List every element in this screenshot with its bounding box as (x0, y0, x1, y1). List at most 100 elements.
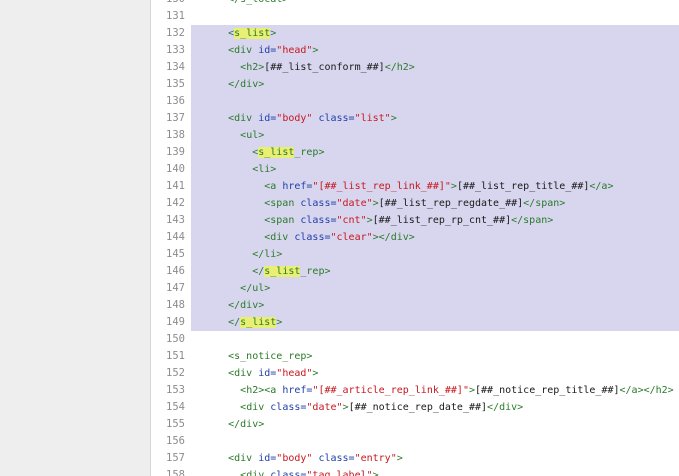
code-token: id= (258, 45, 277, 56)
code-token: <span (264, 198, 301, 209)
code-text: <div class="tag_label"> (192, 467, 379, 476)
code-text: </div> (192, 297, 264, 314)
code-line[interactable]: 143 <span class="cnt">[##_list_rep_rp_cn… (0, 212, 679, 229)
code-lines[interactable]: 130 </s_local>131132 <s_list>133 <div id… (0, 0, 679, 476)
code-token: </a> (589, 181, 614, 192)
line-number: 131 (166, 10, 185, 22)
code-line[interactable]: 158 <div class="tag_label"> (0, 467, 679, 476)
line-number: 136 (166, 95, 185, 107)
code-token: <span (264, 215, 301, 226)
code-editor[interactable]: 130 </s_local>131132 <s_list>133 <div id… (0, 0, 679, 476)
line-number: 130 (151, 0, 185, 8)
code-token: </ul> (240, 283, 271, 294)
search-match: s_list (240, 317, 277, 328)
line-number: 133 (166, 44, 185, 56)
code-token: <h2><a (240, 385, 283, 396)
code-token: <div (240, 402, 271, 413)
code-text: </s_list_rep> (192, 263, 331, 280)
code-line[interactable]: 154 <div class="date">[##_notice_rep_dat… (0, 399, 679, 416)
code-token: > (270, 28, 277, 39)
code-token: _rep> (300, 266, 331, 277)
line-number: 141 (166, 180, 185, 192)
code-token: > (312, 45, 319, 56)
code-line[interactable]: 157 <div id="body" class="entry"> (0, 450, 679, 467)
code-line[interactable]: 134 <h2>[##_list_conform_##]</h2> (0, 59, 679, 76)
code-line[interactable]: 133 <div id="head"> (0, 42, 679, 59)
code-line[interactable]: 147 </ul> (0, 280, 679, 297)
code-token: <a (264, 181, 283, 192)
code-token: </span> (511, 215, 554, 226)
code-line[interactable]: 130 </s_local> (0, 0, 679, 8)
code-line[interactable]: 146 </s_list_rep> (0, 263, 679, 280)
line-number: 144 (166, 231, 185, 243)
code-line[interactable]: 138 <ul> (0, 127, 679, 144)
code-token: "clear" (330, 232, 373, 243)
code-token: _rep> (294, 147, 325, 158)
code-token: </div> (228, 300, 265, 311)
code-line[interactable]: 153 <h2><a href="[##_article_rep_link_##… (0, 382, 679, 399)
search-match: s_list (258, 147, 295, 158)
code-line[interactable]: 139 <s_list_rep> (0, 144, 679, 161)
code-text: <li> (192, 161, 276, 178)
code-token: <div (240, 470, 271, 476)
search-match: s_list (264, 266, 301, 277)
code-line[interactable]: 152 <div id="head"> (0, 365, 679, 382)
code-token: </div> (487, 402, 524, 413)
code-token: "[##_list_rep_link_##]" (312, 181, 451, 192)
code-line[interactable]: 141 <a href="[##_list_rep_link_##]">[##_… (0, 178, 679, 195)
code-line[interactable]: 137 <div id="body" class="list"> (0, 110, 679, 127)
code-text: <h2><a href="[##_article_rep_link_##]">[… (192, 382, 674, 399)
line-number: 142 (166, 197, 185, 209)
code-line[interactable]: 148 </div> (0, 297, 679, 314)
code-line[interactable]: 140 <li> (0, 161, 679, 178)
code-token: "date" (306, 402, 343, 413)
code-token: "body" (276, 453, 319, 464)
line-number: 143 (166, 214, 185, 226)
code-text: </ul> (192, 280, 270, 297)
code-line[interactable]: 151 <s_notice_rep> (0, 348, 679, 365)
code-line[interactable]: 132 <s_list> (0, 25, 679, 42)
code-token: <div (264, 232, 295, 243)
code-token: href= (282, 181, 313, 192)
code-token: > (372, 470, 379, 476)
code-line[interactable]: 149 </s_list> (0, 314, 679, 331)
code-token: href= (282, 385, 313, 396)
code-line[interactable]: 145 </li> (0, 246, 679, 263)
code-token: </span> (523, 198, 566, 209)
code-token: <div (228, 453, 259, 464)
line-number: 157 (166, 452, 185, 464)
line-number: 132 (166, 27, 185, 39)
code-line[interactable]: 156 (0, 433, 679, 450)
code-line[interactable]: 144 <div class="clear"></div> (0, 229, 679, 246)
line-number: 154 (166, 401, 185, 413)
code-token: "cnt" (336, 215, 367, 226)
code-line[interactable]: 150 (0, 331, 679, 348)
code-line[interactable]: 155 </div> (0, 416, 679, 433)
code-token: "[##_article_rep_link_##]" (312, 385, 469, 396)
code-token: </ (228, 317, 241, 328)
code-token: class= (294, 232, 331, 243)
code-line[interactable]: 135 </div> (0, 76, 679, 93)
code-line[interactable]: 136 (0, 93, 679, 110)
code-token: </a></h2> (619, 385, 674, 396)
code-line[interactable]: 131 (0, 8, 679, 25)
code-text: <a href="[##_list_rep_link_##]">[##_list… (192, 178, 613, 195)
code-token: </h2> (384, 62, 415, 73)
code-token: <div (228, 113, 259, 124)
code-token: [##_notice_rep_date_##] (348, 402, 488, 413)
code-line[interactable]: 142 <span class="date">[##_list_rep_regd… (0, 195, 679, 212)
